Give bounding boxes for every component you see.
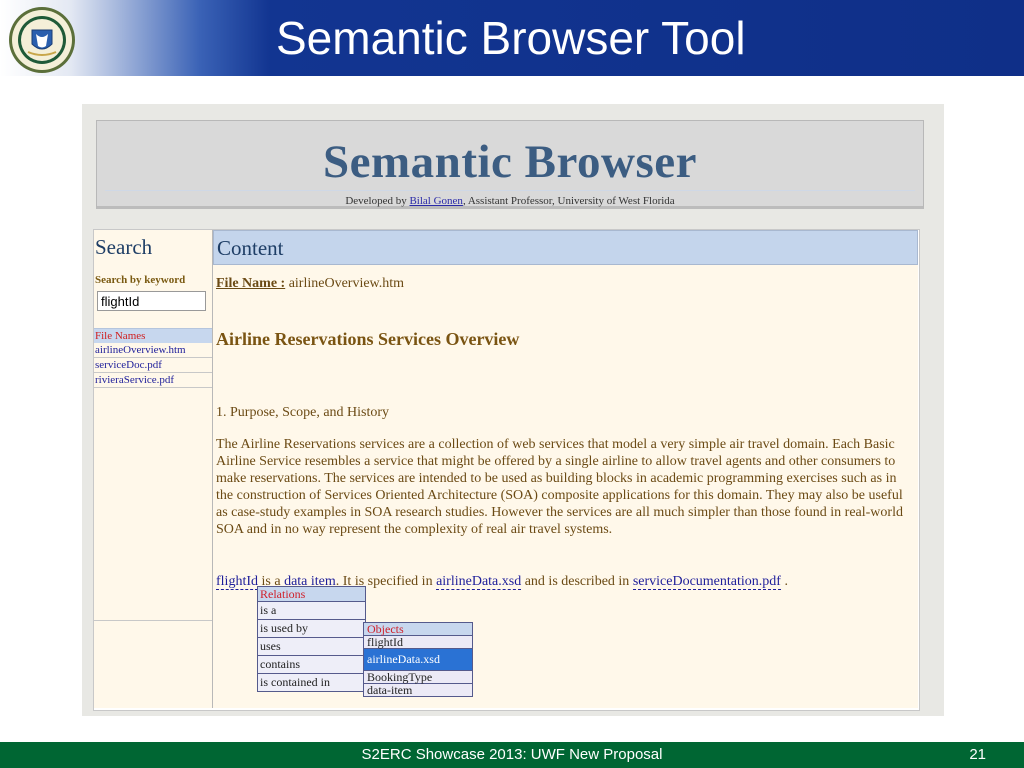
file-name-row: File Name : airlineOverview.htm [216,276,404,292]
search-heading: Search [94,230,212,265]
object-data-item[interactable]: data-item [364,684,472,696]
app-banner: Semantic Browser Developed by Bilal Gone… [96,120,924,209]
slide-header: Semantic Browser Tool [0,0,1024,76]
relation-contains[interactable]: contains [258,656,365,674]
link-line-text-4: . [780,574,788,589]
banner-divider [105,190,915,191]
file-name-label: File Name : [216,276,286,291]
university-seal-logo [8,6,76,74]
search-by-keyword-label: Search by keyword [95,274,186,286]
search-panel-body [94,390,212,621]
airlinedata-xsd-link[interactable]: airlineData.xsd [436,574,522,590]
document-paragraph: The Airline Reservations services are a … [216,437,903,537]
app-screenshot: Semantic Browser Developed by Bilal Gone… [82,104,944,716]
section-heading: 1. Purpose, Scope, and History [216,405,390,420]
document-title: Airline Reservations Services Overview [216,329,520,349]
app-title: Semantic Browser [323,136,697,188]
slide-footer: S2ERC Showcase 2013: UWF New Proposal 21 [0,742,1024,768]
file-names-header: File Names [94,328,212,343]
app-main: Search Search by keyword File Names airl… [93,229,920,711]
keyword-search-input[interactable] [97,291,206,311]
content-heading: Content [213,230,918,265]
file-names-list: File Names airlineOverview.htm serviceDo… [94,328,212,388]
search-panel: Search Search by keyword File Names airl… [94,230,213,708]
file-name-value: airlineOverview.htm [285,276,405,291]
developer-credit: Developed by Bilal Gonen, Assistant Prof… [97,195,923,207]
service-documentation-pdf-link[interactable]: serviceDocumentation.pdf [632,574,781,590]
relation-uses[interactable]: uses [258,638,365,656]
footer-text: S2ERC Showcase 2013: UWF New Proposal [361,746,663,763]
flightid-link[interactable]: flightId [216,574,258,590]
relation-is-contained-in[interactable]: is contained in [258,674,365,691]
slide-title: Semantic Browser Tool [276,12,746,64]
developed-by-prefix: Developed by [345,195,410,207]
object-airlinedata-xsd[interactable]: airlineData.xsd [364,649,472,671]
relation-is-used-by[interactable]: is used by [258,620,365,638]
author-link[interactable]: Bilal Gonen [409,195,462,207]
relations-header: Relations [258,587,365,602]
file-item-servicedoc[interactable]: serviceDoc.pdf [94,358,212,373]
relation-is-a[interactable]: is a [258,602,365,620]
page-number: 21 [969,746,986,763]
link-line-text-3: and is described in [521,574,633,589]
object-flightid[interactable]: flightId [364,636,472,649]
file-item-airlineoverview[interactable]: airlineOverview.htm [94,343,212,358]
developed-by-suffix: , Assistant Professor, University of Wes… [462,195,675,207]
objects-popup-menu: Objects flightId airlineData.xsd Booking… [363,622,473,697]
file-item-rivieraservice[interactable]: rivieraService.pdf [94,373,212,388]
relations-popup-menu: Relations is a is used by uses contains … [257,586,366,692]
